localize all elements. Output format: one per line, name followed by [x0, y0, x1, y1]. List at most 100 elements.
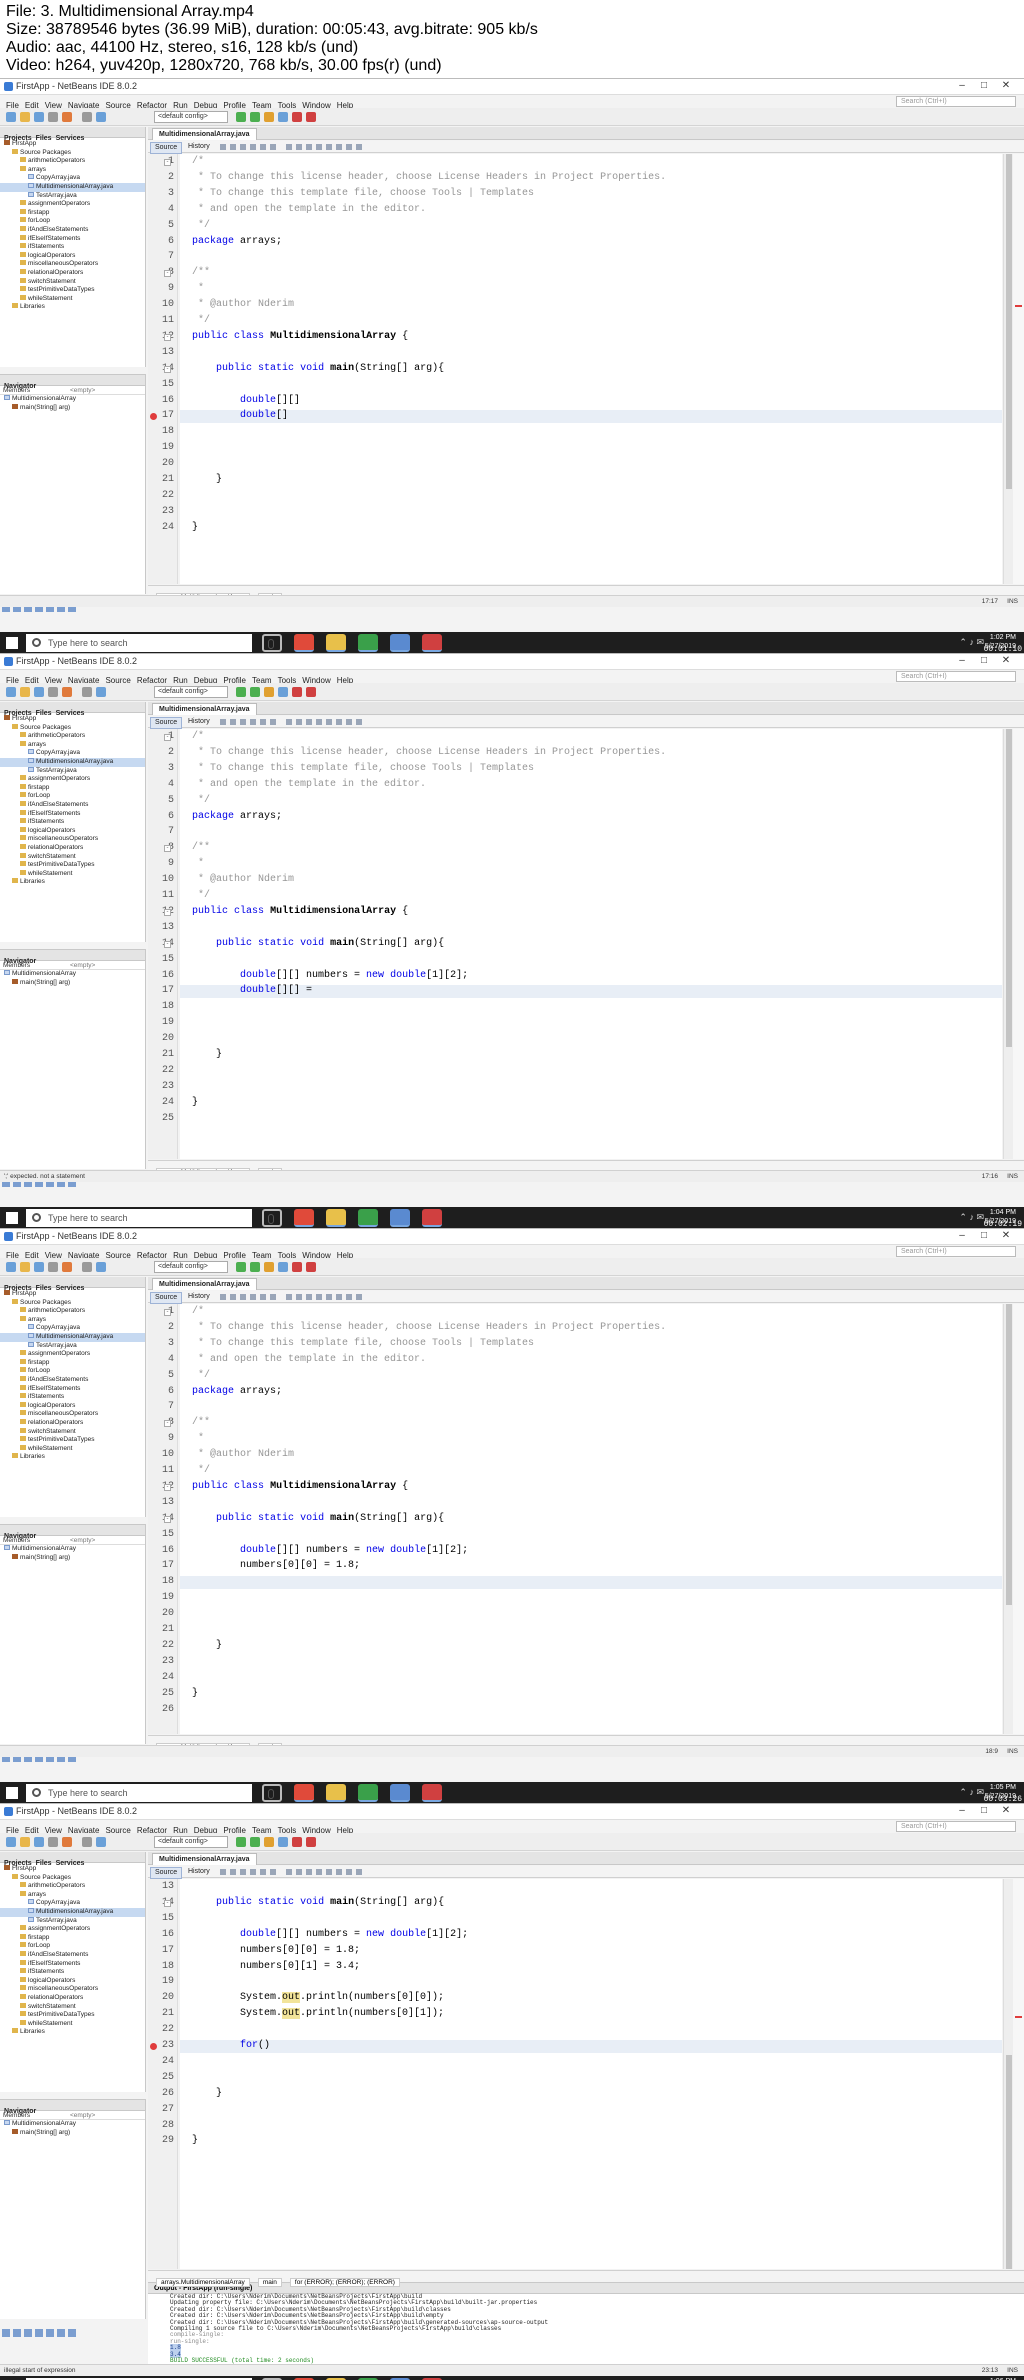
tree-item[interactable]: whileStatement: [0, 869, 145, 879]
build-icon[interactable]: [264, 1837, 274, 1847]
maximize-button[interactable]: □: [974, 1805, 994, 1816]
editor-tool-icon[interactable]: [356, 1294, 362, 1300]
tree-item[interactable]: MultidimensionalArray.java: [0, 1907, 145, 1917]
redo-icon[interactable]: [82, 1837, 92, 1847]
clean-build-icon[interactable]: [278, 112, 288, 122]
fold-toggle-icon[interactable]: -: [164, 1899, 171, 1907]
tree-item[interactable]: assignmentOperators: [0, 200, 145, 209]
tree-item[interactable]: Libraries: [0, 878, 145, 887]
editor-tool-icon[interactable]: [240, 1294, 246, 1300]
navigator-item[interactable]: main(String[] arg): [0, 403, 145, 413]
editor-tool-icon[interactable]: [306, 719, 312, 725]
tree-item[interactable]: miscellaneousOperators: [0, 260, 145, 269]
task-view-icon[interactable]: [262, 634, 282, 652]
tree-item[interactable]: Libraries: [0, 303, 145, 312]
tree-item[interactable]: relationalOperators: [0, 843, 145, 853]
editor-tool-icon[interactable]: [260, 1869, 266, 1875]
maximize-button[interactable]: □: [974, 80, 994, 91]
fold-toggle-icon[interactable]: -: [164, 270, 171, 278]
tree-item[interactable]: ifAndElseStatements: [0, 1950, 145, 1960]
windows-start-icon[interactable]: [6, 1787, 18, 1799]
save-all-icon[interactable]: [48, 687, 58, 697]
tree-item[interactable]: logicalOperators: [0, 1401, 145, 1411]
members-filter[interactable]: <empty>: [70, 386, 95, 395]
maximize-button[interactable]: □: [974, 655, 994, 666]
output-icon[interactable]: [13, 2329, 21, 2337]
tree-item[interactable]: ifStatements: [0, 1393, 145, 1402]
file-explorer-icon[interactable]: [326, 1784, 346, 1802]
recorder-icon[interactable]: [422, 634, 442, 652]
editor-tool-icon[interactable]: [346, 144, 352, 150]
run-icon[interactable]: [96, 687, 106, 697]
editor-tool-icon[interactable]: [220, 719, 226, 725]
debug-project-icon[interactable]: [250, 687, 260, 697]
virtualbox-icon[interactable]: [390, 1209, 410, 1227]
fold-toggle-icon[interactable]: -: [164, 1309, 171, 1316]
clean-build-icon[interactable]: [278, 687, 288, 697]
editor-tool-icon[interactable]: [316, 1869, 322, 1875]
fold-toggle-icon[interactable]: -: [164, 1420, 171, 1428]
editor-tool-icon[interactable]: [316, 719, 322, 725]
taskbar-search[interactable]: Type here to search: [26, 634, 274, 652]
vertical-scrollbar[interactable]: [1003, 1304, 1013, 1734]
tree-item[interactable]: Libraries: [0, 1453, 145, 1462]
fold-toggle-icon[interactable]: -: [164, 845, 171, 853]
tree-item[interactable]: MultidimensionalArray.java: [0, 182, 145, 192]
editor-tool-icon[interactable]: [240, 144, 246, 150]
tree-item[interactable]: ifElseIfStatements: [0, 1959, 145, 1969]
editor-tab-file[interactable]: MultidimensionalArray.java: [152, 128, 257, 140]
run-project-icon[interactable]: [236, 687, 246, 697]
source-tab[interactable]: Source: [150, 717, 183, 729]
tree-item[interactable]: CopyArray.java: [0, 1324, 145, 1333]
tree-item[interactable]: CopyArray.java: [0, 174, 145, 183]
editor-tool-icon[interactable]: [296, 144, 302, 150]
code-editor[interactable]: /* * To change this license header, choo…: [180, 1304, 1002, 1734]
windows-start-icon[interactable]: [6, 1212, 18, 1224]
editor-tool-icon[interactable]: [240, 719, 246, 725]
editor-tab-file[interactable]: MultidimensionalArray.java: [152, 1853, 257, 1865]
tree-item[interactable]: ifElseIfStatements: [0, 234, 145, 244]
source-tab[interactable]: Source: [150, 1867, 183, 1879]
tree-item[interactable]: arrays: [0, 740, 145, 750]
tree-item[interactable]: firstapp: [0, 208, 145, 218]
save-all-icon[interactable]: [48, 112, 58, 122]
tree-item[interactable]: Source Packages: [0, 723, 145, 733]
editor-tool-icon[interactable]: [260, 1294, 266, 1300]
editor-tool-icon[interactable]: [220, 1869, 226, 1875]
tree-item[interactable]: Source Packages: [0, 1298, 145, 1308]
navigator-item[interactable]: MultidimensionalArray: [0, 395, 145, 404]
task-view-icon[interactable]: [262, 1784, 282, 1802]
editor-tool-icon[interactable]: [230, 719, 236, 725]
open-project-icon[interactable]: [34, 112, 44, 122]
source-tab[interactable]: Source: [150, 1292, 183, 1304]
tree-item[interactable]: arrays: [0, 165, 145, 175]
tree-item[interactable]: Libraries: [0, 2028, 145, 2037]
tree-item[interactable]: ifStatements: [0, 818, 145, 827]
system-tray-icons[interactable]: ⌃ ♪ ✉: [959, 1212, 984, 1223]
new-file-icon[interactable]: [20, 687, 30, 697]
tree-item[interactable]: assignmentOperators: [0, 1925, 145, 1934]
task-view-icon[interactable]: [262, 1209, 282, 1227]
tree-item[interactable]: forLoop: [0, 792, 145, 801]
close-button[interactable]: ✕: [996, 80, 1016, 91]
tree-item[interactable]: switchStatement: [0, 1427, 145, 1437]
editor-tool-icon[interactable]: [356, 719, 362, 725]
tasks-icon[interactable]: [2, 2329, 10, 2337]
tree-item[interactable]: FirstApp: [0, 715, 145, 724]
close-button[interactable]: ✕: [996, 1230, 1016, 1241]
ide-search-input[interactable]: Search (Ctrl+I): [896, 96, 1016, 107]
tree-item[interactable]: Source Packages: [0, 1873, 145, 1883]
breadcrumb-item[interactable]: main: [257, 2278, 282, 2287]
editor-tool-icon[interactable]: [336, 1294, 342, 1300]
tree-item[interactable]: arithmeticOperators: [0, 157, 145, 166]
navigator-item[interactable]: main(String[] arg): [0, 2128, 145, 2138]
config-select[interactable]: <default config>: [154, 1836, 228, 1848]
clean-build-icon[interactable]: [278, 1837, 288, 1847]
save-all-icon[interactable]: [48, 1262, 58, 1272]
navigator-item[interactable]: main(String[] arg): [0, 978, 145, 988]
vertical-scrollbar[interactable]: [1003, 729, 1013, 1159]
vertical-scrollbar[interactable]: [1003, 154, 1013, 584]
run-project-icon[interactable]: [236, 1837, 246, 1847]
editor-tool-icon[interactable]: [306, 1294, 312, 1300]
source-tab[interactable]: Source: [150, 142, 183, 154]
